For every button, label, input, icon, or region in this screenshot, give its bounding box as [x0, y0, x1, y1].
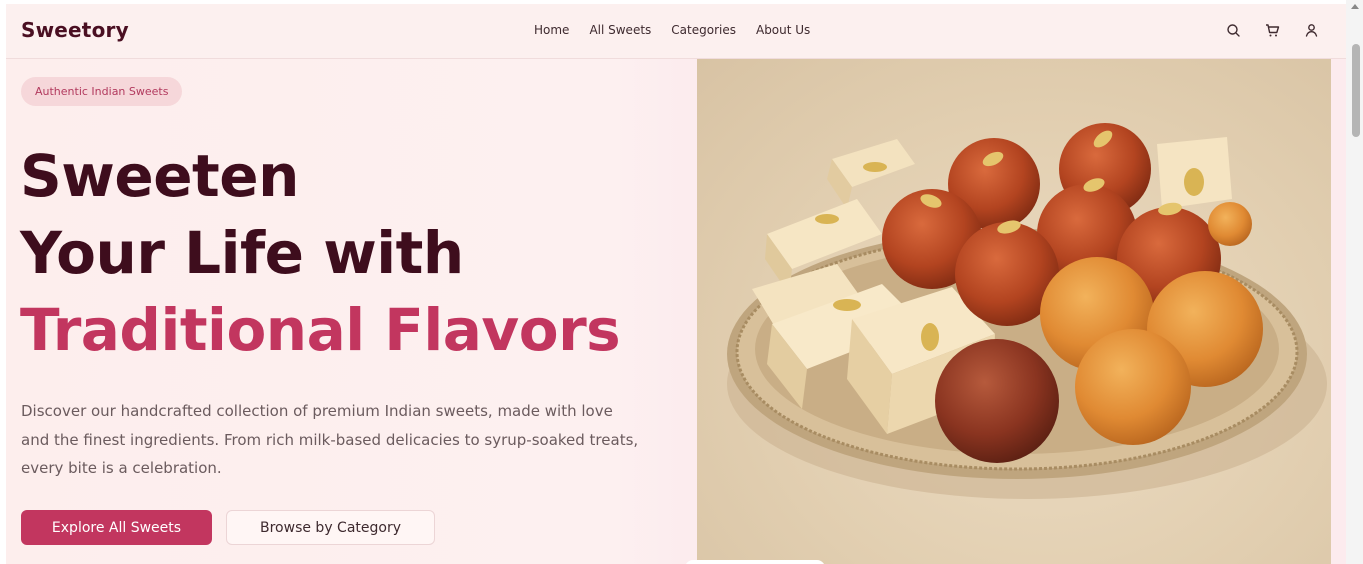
- headline-accent-line: Traditional Flavors: [20, 296, 621, 364]
- site-header: Sweetory Home All Sweets Categories Abou…: [6, 4, 1346, 59]
- headline-line-1: Sweeten: [20, 142, 299, 210]
- search-icon[interactable]: [1225, 22, 1242, 39]
- browse-by-category-button[interactable]: Browse by Category: [226, 510, 435, 545]
- hero-image: [697, 59, 1331, 564]
- page-scrollbar[interactable]: [1346, 0, 1363, 564]
- hero-description: Discover our handcrafted collection of p…: [21, 402, 639, 477]
- nav-categories-link[interactable]: Categories: [671, 23, 736, 37]
- bottom-floating-tab: [685, 560, 825, 564]
- page: Sweetory Home All Sweets Categories Abou…: [6, 4, 1346, 564]
- header-actions: [1225, 22, 1320, 39]
- main-nav: Home All Sweets Categories About Us: [534, 23, 810, 37]
- scroll-up-arrow-icon[interactable]: [1351, 4, 1359, 9]
- user-icon[interactable]: [1303, 22, 1320, 39]
- nav-about-us-link[interactable]: About Us: [756, 23, 810, 37]
- nav-all-sweets-link[interactable]: All Sweets: [589, 23, 651, 37]
- cart-icon[interactable]: [1264, 22, 1281, 39]
- nav-home-link[interactable]: Home: [534, 23, 569, 37]
- hero-headline: Sweeten Your Life with Traditional Flavo…: [20, 138, 621, 369]
- headline-line-2: Your Life with: [20, 219, 464, 287]
- hero-badge: Authentic Indian Sweets: [21, 77, 183, 106]
- scrollbar-thumb[interactable]: [1352, 44, 1360, 137]
- brand-logo[interactable]: Sweetory: [21, 18, 129, 42]
- explore-all-sweets-button[interactable]: Explore All Sweets: [21, 510, 212, 545]
